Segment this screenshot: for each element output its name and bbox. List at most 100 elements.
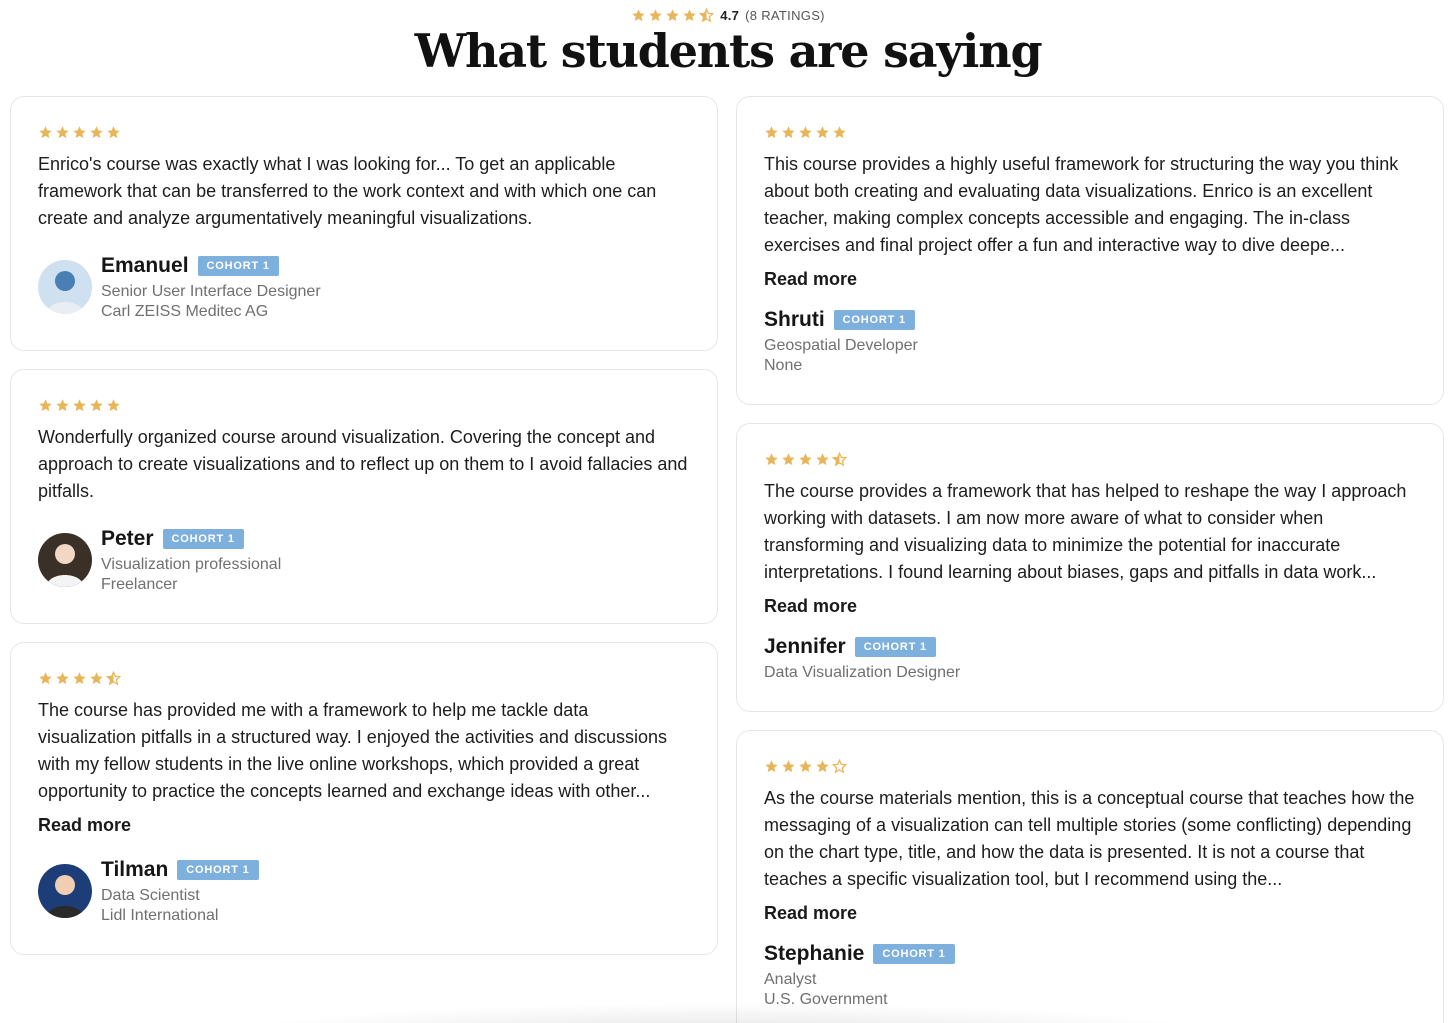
rating-summary: 4.7 (8 RATINGS) xyxy=(0,6,1456,24)
reviews-column-right: This course provides a highly useful fra… xyxy=(736,96,1444,1023)
review-text: As the course materials mention, this is… xyxy=(764,788,1415,889)
star-filled-icon xyxy=(799,125,812,138)
review-card: Wonderfully organized course around visu… xyxy=(10,369,718,624)
author-info: Jennifer COHORT 1 Data Visualization Desig… xyxy=(764,635,960,683)
cohort-badge: COHORT 1 xyxy=(833,310,915,330)
author-name: Emanuel xyxy=(101,254,189,277)
review-author: Tilman COHORT 1 Data Scientist Lidl Interna… xyxy=(38,858,690,926)
star-filled-icon xyxy=(765,452,778,465)
cohort-badge: COHORT 1 xyxy=(177,860,259,880)
star-filled-icon xyxy=(632,8,645,21)
author-role: Geospatial Developer xyxy=(764,337,918,354)
cohort-badge: COHORT 1 xyxy=(197,256,279,276)
read-more-link[interactable]: Read more xyxy=(764,269,857,290)
read-more-link[interactable]: Read more xyxy=(38,815,131,836)
author-name-row: Shruti COHORT 1 xyxy=(764,308,918,332)
cohort-badge: COHORT 1 xyxy=(162,529,244,549)
summary-stars xyxy=(631,6,715,24)
star-filled-icon xyxy=(649,8,662,21)
review-card: This course provides a highly useful fra… xyxy=(736,96,1444,405)
star-filled-icon xyxy=(799,759,812,772)
star-filled-icon xyxy=(799,452,812,465)
author-name: Tilman xyxy=(101,858,169,881)
star-filled-icon xyxy=(782,452,795,465)
star-half-icon xyxy=(106,670,121,685)
author-company: Carl ZEISS Meditec AG xyxy=(101,303,269,320)
star-filled-icon xyxy=(39,398,52,411)
author-company: Lidl International xyxy=(101,907,219,924)
reviews-column-left: Enrico's course was exactly what I was l… xyxy=(10,96,718,973)
author-info: Shruti COHORT 1 Geospatial Developer None xyxy=(764,308,918,376)
author-name: Jennifer xyxy=(764,635,846,658)
review-text: This course provides a highly useful fra… xyxy=(764,154,1399,255)
read-more-link[interactable]: Read more xyxy=(764,596,857,617)
review-card: Enrico's course was exactly what I was l… xyxy=(10,96,718,351)
review-author: Stephanie COHORT 1 Analyst U.S. Government xyxy=(764,942,1416,1010)
star-filled-icon xyxy=(107,398,120,411)
author-info: Tilman COHORT 1 Data Scientist Lidl Interna… xyxy=(101,858,259,926)
star-filled-icon xyxy=(73,398,86,411)
average-rating: 4.7 xyxy=(720,7,740,23)
review-author: Peter COHORT 1 Visualization professional F… xyxy=(38,527,690,595)
review-card: As the course materials mention, this is… xyxy=(736,730,1444,1023)
author-role: Visualization professional xyxy=(101,556,282,573)
review-stars xyxy=(38,396,690,414)
star-filled-icon xyxy=(765,125,778,138)
review-stars xyxy=(38,123,690,141)
author-name-row: Jennifer COHORT 1 xyxy=(764,635,960,659)
star-filled-icon xyxy=(56,671,69,684)
author-name-row: Tilman COHORT 1 xyxy=(101,858,259,882)
star-filled-icon xyxy=(90,671,103,684)
star-filled-icon xyxy=(90,125,103,138)
star-filled-icon xyxy=(73,671,86,684)
star-filled-icon xyxy=(90,398,103,411)
star-filled-icon xyxy=(56,398,69,411)
star-empty-icon xyxy=(832,758,847,773)
cohort-badge: COHORT 1 xyxy=(873,944,955,964)
avatar xyxy=(38,864,92,918)
star-filled-icon xyxy=(39,671,52,684)
author-role: Senior User Interface Designer xyxy=(101,283,321,300)
review-author: Jennifer COHORT 1 Data Visualization Desig… xyxy=(764,635,1416,683)
review-text: The course has provided me with a framew… xyxy=(38,700,667,801)
avatar xyxy=(38,260,92,314)
author-role: Data Visualization Designer xyxy=(764,664,961,681)
read-more-link[interactable]: Read more xyxy=(764,903,857,924)
review-author: Shruti COHORT 1 Geospatial Developer None xyxy=(764,308,1416,376)
author-name: Stephanie xyxy=(764,942,865,965)
page-title: What students are saying xyxy=(414,24,1043,78)
author-company: Freelancer xyxy=(101,576,178,593)
author-name-row: Stephanie COHORT 1 xyxy=(764,942,955,966)
review-stars xyxy=(764,123,1416,141)
review-stars xyxy=(38,669,690,687)
author-name: Peter xyxy=(101,527,154,550)
star-filled-icon xyxy=(107,125,120,138)
star-filled-icon xyxy=(782,125,795,138)
author-company: None xyxy=(764,357,803,374)
avatar xyxy=(38,533,92,587)
author-name: Shruti xyxy=(764,308,825,331)
bottom-shadow xyxy=(230,1003,1220,1023)
review-text: The course provides a framework that has… xyxy=(764,481,1407,582)
author-info: Emanuel COHORT 1 Senior User Interface Des… xyxy=(101,254,321,322)
star-half-icon xyxy=(832,451,847,466)
star-half-icon xyxy=(699,7,715,22)
author-role: Analyst xyxy=(764,971,817,988)
author-role: Data Scientist xyxy=(101,887,200,904)
star-filled-icon xyxy=(683,8,696,21)
review-text: Enrico's course was exactly what I was l… xyxy=(38,154,657,228)
author-info: Peter COHORT 1 Visualization professional F… xyxy=(101,527,281,595)
star-filled-icon xyxy=(816,125,829,138)
review-card: The course provides a framework that has… xyxy=(736,423,1444,712)
ratings-count: (8 RATINGS) xyxy=(745,7,825,23)
review-card: The course has provided me with a framew… xyxy=(10,642,718,955)
star-filled-icon xyxy=(782,759,795,772)
star-filled-icon xyxy=(816,452,829,465)
star-filled-icon xyxy=(39,125,52,138)
review-stars xyxy=(764,757,1416,775)
star-filled-icon xyxy=(73,125,86,138)
star-filled-icon xyxy=(56,125,69,138)
review-text: Wonderfully organized course around visu… xyxy=(38,427,688,501)
star-filled-icon xyxy=(765,759,778,772)
star-filled-icon xyxy=(666,8,679,21)
